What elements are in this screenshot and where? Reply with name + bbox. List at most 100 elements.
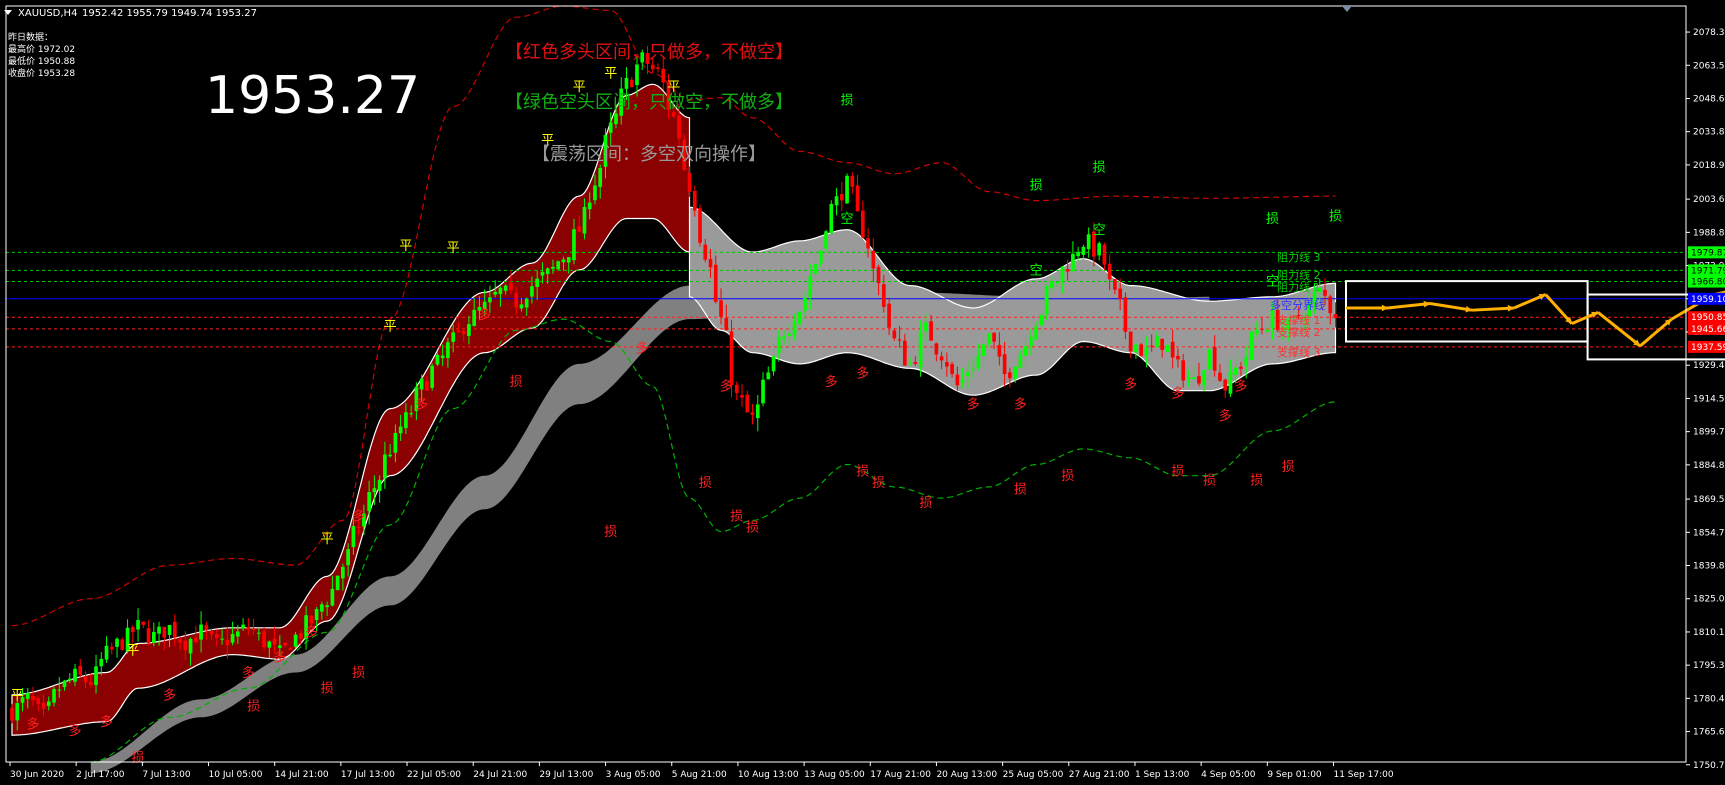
signal-marker: 损 [321,682,334,697]
signal-marker: 多 [1234,379,1247,395]
signal-marker: 损 [746,521,759,536]
y-tick-label: 2078.35 [1693,28,1725,38]
candle [698,204,702,247]
y-tick-label: 2048.65 [1693,94,1725,104]
signal-marker: 多 [27,716,40,732]
signal-marker: 多 [415,397,428,413]
price-chart[interactable]: 平平平平平 平平平平平多 多多多多多多多多多多多 多多多 多多多多多损损损损损损损损损损… [0,0,1725,785]
signal-marker: 损 [1030,178,1043,193]
x-tick-label: 22 Jul 05:00 [407,770,461,780]
signal-marker: 多 [273,649,286,665]
signal-marker: 损 [604,525,617,540]
signal-marker: 平 [384,319,397,334]
price-level-badge-text: 1959.10 [1691,295,1725,305]
y-tick-label: 1899.70 [1693,428,1725,438]
signal-marker: 损 [919,496,932,511]
signal-marker: 损 [1250,474,1263,489]
signal-marker: 损 [699,476,712,491]
x-tick-label: 11 Sep 17:00 [1333,770,1393,780]
x-tick-label: 5 Aug 21:00 [672,770,727,780]
y-tick-label: 1869.55 [1693,495,1725,505]
y-tick-label: 2033.80 [1693,128,1725,138]
level-label-pivot: 多空分界线 [1270,298,1325,312]
y-tick-label: 1914.55 [1693,394,1725,404]
note-red-zone: 【红色多头区间，只做多，不做空】 [505,42,793,63]
price-level-badge-text: 1966.80 [1691,278,1725,288]
candle [845,173,849,204]
candle [1165,344,1170,353]
y-tick-label: 1839.85 [1693,562,1725,572]
signal-marker: 多 [352,508,365,524]
price-level-badge-text: 1950.85 [1691,313,1725,323]
signal-marker: 多 [825,374,838,390]
y-tick-label: 2003.65 [1693,195,1725,205]
signal-marker: 损 [856,465,869,480]
signal-marker: 平 [447,241,460,256]
signal-marker: 平 [11,688,24,703]
signal-marker: 多 [242,665,255,681]
x-tick-label: 3 Aug 05:00 [606,770,661,780]
current-price-display: 1953.27 [205,66,420,126]
x-tick-label: 9 Sep 01:00 [1267,770,1322,780]
signal-marker: 平 [399,239,412,254]
x-tick-label: 17 Jul 13:00 [341,770,395,780]
x-tick-label: 27 Aug 21:00 [1069,770,1130,780]
signal-marker: 多 [1124,376,1137,392]
x-tick-label: 7 Jul 13:00 [142,770,191,780]
signal-marker: 损 [1061,469,1074,484]
signal-marker: 空 [1030,263,1043,278]
signal-marker: 损 [352,666,365,681]
signal-marker: 平 [321,532,334,547]
x-tick-label: 14 Jul 21:00 [275,770,329,780]
price-level-badge-text: 1971.79 [1691,266,1725,276]
y-tick-label: 1929.40 [1693,361,1725,371]
level-label-r2: 阻力线 2 [1277,268,1321,282]
signal-marker: 损 [730,509,743,524]
level-label-s3: 支撑线 3 [1277,345,1321,359]
y-tick-label: 1795.30 [1693,661,1725,671]
signal-marker: 损 [1266,212,1279,227]
level-label-r3: 阻力线 3 [1277,250,1321,264]
signal-marker: 损 [1329,210,1342,225]
x-tick-label: 1 Sep 13:00 [1135,770,1190,780]
x-tick-label: 25 Aug 05:00 [1003,770,1064,780]
signal-marker: 损 [1093,161,1106,176]
yesterday-high: 最高价 1972.02 [8,43,75,55]
price-level-badge-text: 1937.59 [1691,343,1725,353]
x-tick-label: 29 Jul 13:00 [539,770,593,780]
x-tick-label: 17 Aug 21:00 [870,770,931,780]
y-tick-label: 1750.75 [1693,761,1725,771]
candle [1139,343,1144,357]
signal-marker: 损 [872,476,885,491]
x-tick-label: 2 Jul 17:00 [76,770,125,780]
price-level-badge-text: 1979.87 [1691,248,1725,258]
signal-marker: 多 [856,365,869,381]
signal-marker: 平 [604,67,617,82]
x-tick-label: 24 Jul 21:00 [473,770,527,780]
y-tick-label: 1884.85 [1693,461,1725,471]
signal-marker: 多 [1014,397,1027,413]
signal-marker: 损 [1282,460,1295,475]
signal-marker: 平 [126,644,139,659]
x-tick-label: 20 Aug 13:00 [936,770,997,780]
x-tick-label: 13 Aug 05:00 [804,770,865,780]
x-tick-label: 10 Aug 13:00 [738,770,799,780]
signal-marker: 空 [1093,223,1106,238]
x-tick-label: 4 Sep 05:00 [1201,770,1256,780]
chart-symbol: XAUUSD,H4 [18,8,77,19]
signal-marker: 多 [100,714,113,730]
signal-marker: 多 [720,379,733,395]
signal-marker: 多 [69,723,82,739]
candle [829,200,834,236]
yesterday-close: 收盘价 1953.28 [8,67,75,79]
signal-marker: 损 [1171,465,1184,480]
y-tick-label: 2063.50 [1693,61,1725,71]
level-label-r1: 阻力线 1 [1277,280,1321,294]
signal-marker: 多 [1171,385,1184,401]
signal-marker: 多 [163,687,176,703]
signal-marker: 损 [1203,474,1216,489]
yesterday-low: 最低价 1950.88 [8,55,75,67]
x-tick-label: 10 Jul 05:00 [209,770,263,780]
note-green-zone: 【绿色空头区间，只做空，不做多】 [505,92,793,113]
y-tick-label: 1810.15 [1693,628,1725,638]
